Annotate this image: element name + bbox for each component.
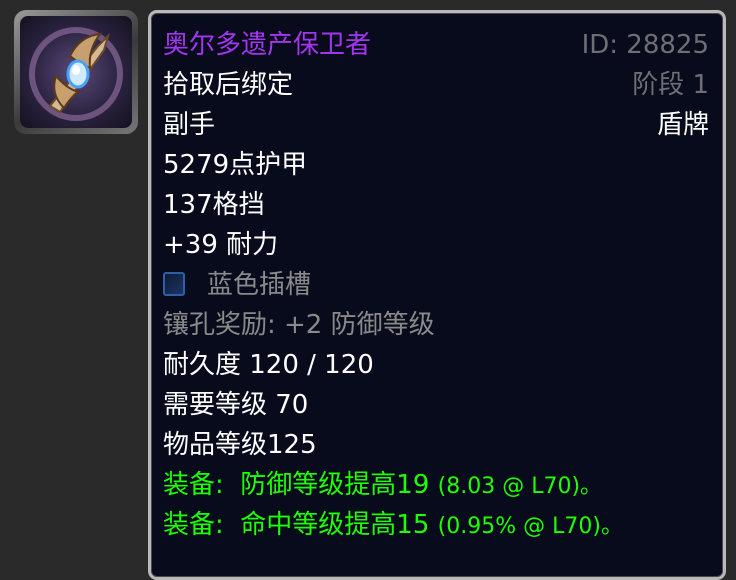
binding-row: 拾取后绑定 阶段 1 [163, 65, 709, 105]
socket-row: 蓝色插槽 [163, 265, 709, 305]
equip-effect-hit: 装备: 命中等级提高15 (0.95% @ L70)。 [163, 505, 709, 545]
equip-detail: (8.03 @ L70)。 [437, 474, 603, 499]
equip-prefix: 装备: [163, 470, 224, 500]
binding-text: 拾取后绑定 [163, 70, 294, 100]
slot-row: 副手 盾牌 [163, 105, 709, 145]
durability-text: 耐久度 120 / 120 [163, 350, 374, 380]
equip-detail: (0.95% @ L70)。 [437, 514, 623, 539]
phase-text: 阶段 1 [632, 70, 709, 100]
item-level-row: 物品等级125 [163, 425, 709, 465]
required-level-text: 需要等级 70 [163, 390, 309, 420]
block-stat: 137格挡 [163, 185, 709, 225]
item-type-text: 盾牌 [656, 110, 709, 140]
item-tooltip: 奥尔多遗产保卫者 ID: 28825 拾取后绑定 阶段 1 副手 盾牌 5279… [148, 10, 726, 580]
socket-bonus-row: 镶孔奖励: +2 防御等级 [163, 305, 709, 345]
block-text: 137格挡 [163, 190, 265, 220]
shield-item-icon [20, 16, 132, 128]
item-name-row: 奥尔多遗产保卫者 ID: 28825 [163, 25, 709, 65]
socket-text: 蓝色插槽 [207, 270, 312, 300]
equip-text: 防御等级提高19 [240, 470, 430, 500]
blue-socket-icon [163, 272, 185, 296]
item-name: 奥尔多遗产保卫者 [163, 30, 372, 60]
armor-stat: 5279点护甲 [163, 145, 709, 185]
durability-row: 耐久度 120 / 120 [163, 345, 709, 385]
stamina-text: +39 耐力 [163, 230, 279, 260]
slot-text: 副手 [163, 110, 216, 140]
required-level-row: 需要等级 70 [163, 385, 709, 425]
item-level-text: 物品等级125 [163, 430, 317, 460]
equip-prefix: 装备: [163, 510, 224, 540]
stamina-stat: +39 耐力 [163, 225, 709, 265]
equip-text: 命中等级提高15 [240, 510, 430, 540]
equip-effect-defense: 装备: 防御等级提高19 (8.03 @ L70)。 [163, 465, 709, 505]
item-id: ID: 28825 [581, 30, 709, 60]
item-icon-frame[interactable] [14, 10, 138, 134]
socket-bonus-text: 镶孔奖励: +2 防御等级 [163, 310, 435, 340]
armor-text: 5279点护甲 [163, 150, 308, 180]
